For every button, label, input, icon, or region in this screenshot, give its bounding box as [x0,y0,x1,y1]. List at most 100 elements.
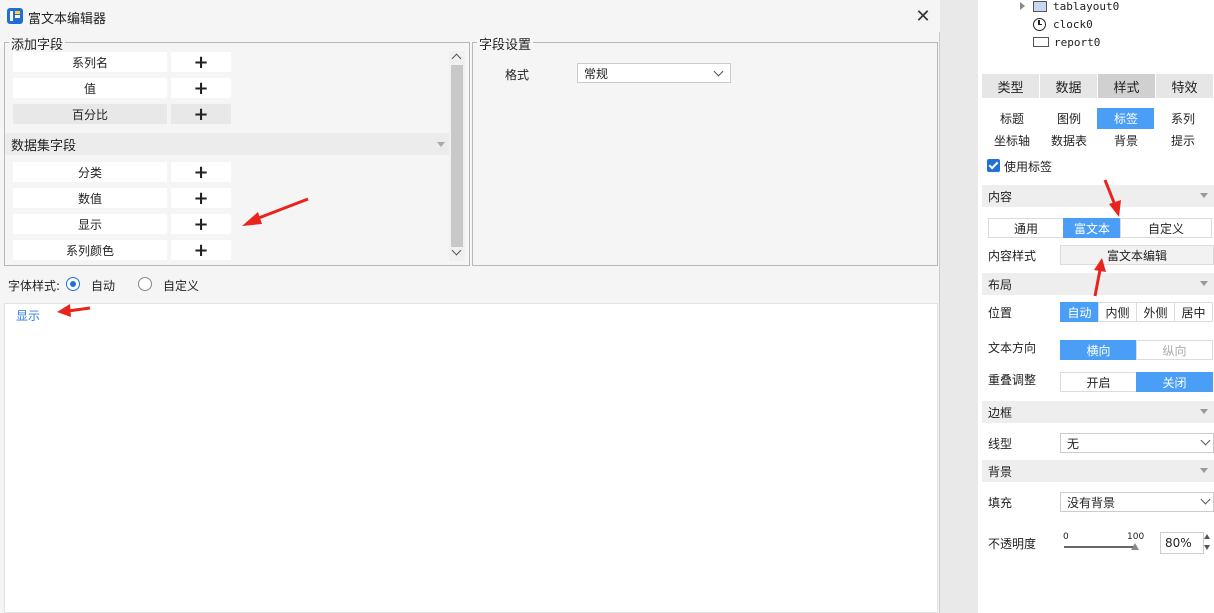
font-auto-radio[interactable] [66,277,80,291]
vertical-scrollbar[interactable] [449,51,465,261]
field-name: 显示 [13,214,167,234]
spin-up-icon[interactable] [1204,534,1210,539]
field-name: 值 [13,78,167,98]
position-center[interactable]: 居中 [1174,302,1213,322]
subtabs-row-1: 标题 图例 标签 系列 [983,108,1212,129]
section-layout[interactable]: 布局 [982,273,1214,295]
collapse-arrow-icon[interactable] [437,142,445,147]
slider-max-label: 100 [1127,532,1145,542]
add-field-button[interactable]: + [171,52,231,73]
app-logo-icon [7,8,23,24]
add-field-button[interactable]: + [171,104,231,125]
opacity-spinner[interactable]: 80% [1160,532,1204,554]
font-auto-label: 自动 [91,279,116,293]
scroll-up-icon[interactable] [451,53,462,64]
fill-select[interactable]: 没有背景 [1060,492,1214,512]
expand-arrow-icon[interactable] [1020,2,1025,10]
position-inside[interactable]: 内侧 [1098,302,1137,322]
section-title: 内容 [988,189,1013,204]
overlap-off[interactable]: 关闭 [1136,372,1213,392]
add-field-button[interactable]: + [171,240,231,261]
close-button[interactable]: ✕ [910,4,936,28]
font-style-label: 字体样式: [8,279,61,293]
subtab-tooltip[interactable]: 提示 [1154,130,1212,151]
text-direction-label: 文本方向 [988,341,1037,355]
subtab-label[interactable]: 标签 [1097,108,1155,129]
position-auto[interactable]: 自动 [1060,302,1099,322]
scrollbar-thumb[interactable] [451,65,463,247]
list-item: 系列颜色 + [13,240,231,261]
format-select[interactable]: 常规 [577,63,731,83]
tab-type[interactable]: 类型 [982,74,1040,98]
use-label-text: 使用标签 [1004,160,1053,174]
chevron-down-icon [1200,435,1211,446]
list-item: 值 + [13,78,231,99]
field-name: 数值 [13,188,167,208]
section-title: 数据集字段 [11,138,77,154]
mode-custom[interactable]: 自定义 [1120,218,1212,238]
property-tabs: 类型 数据 样式 特效 [982,74,1214,98]
section-content[interactable]: 内容 [982,185,1214,207]
tab-effects[interactable]: 特效 [1156,74,1214,98]
field-name: 系列颜色 [13,240,167,260]
tree-item-report[interactable]: report0 [1033,33,1100,51]
add-field-button[interactable]: + [171,188,231,209]
section-border[interactable]: 边框 [982,401,1214,423]
subtabs-row-2: 坐标轴 数据表 背景 提示 [983,130,1212,151]
position-label: 位置 [988,306,1013,320]
overlap-label: 重叠调整 [988,373,1037,387]
direction-horizontal[interactable]: 横向 [1060,340,1137,360]
text-direction-selector: 横向 纵向 [1060,340,1213,360]
tree-item-clock[interactable]: clock0 [1033,15,1093,33]
subtab-legend[interactable]: 图例 [1040,108,1098,129]
tab-layout-icon [1033,0,1047,12]
section-background[interactable]: 背景 [982,460,1214,482]
mode-rich-text[interactable]: 富文本 [1063,218,1121,238]
add-field-button[interactable]: + [171,162,231,183]
opacity-label: 不透明度 [988,537,1037,551]
font-custom-radio[interactable] [138,277,152,291]
subtab-title[interactable]: 标题 [983,108,1041,129]
overlap-selector: 开启 关闭 [1060,372,1213,392]
add-field-button[interactable]: + [171,78,231,99]
rich-text-editor-area[interactable]: 显示 [4,303,938,613]
opacity-slider[interactable] [1064,546,1134,548]
scroll-down-icon[interactable] [451,245,462,256]
line-type-select[interactable]: 无 [1060,433,1214,453]
slider-handle[interactable] [1131,543,1139,550]
report-icon [1033,37,1049,47]
dataset-fields-header[interactable]: 数据集字段 [5,133,451,155]
position-selector: 自动 内侧 外侧 居中 [1060,302,1213,322]
overlap-on[interactable]: 开启 [1060,372,1137,392]
collapse-arrow-icon[interactable] [1200,193,1208,198]
list-item: 分类 + [13,162,231,183]
subtab-series[interactable]: 系列 [1154,108,1212,129]
tab-style[interactable]: 样式 [1098,74,1156,98]
subtab-background[interactable]: 背景 [1097,130,1155,151]
subtab-axis[interactable]: 坐标轴 [983,130,1041,151]
use-label-checkbox[interactable] [987,159,1000,172]
rich-text-edit-button[interactable]: 富文本编辑 [1060,245,1214,265]
field-name: 系列名 [13,52,167,72]
font-custom-label: 自定义 [163,279,200,293]
list-item: 百分比 + [13,104,231,125]
section-title: 边框 [988,405,1013,420]
tab-data[interactable]: 数据 [1040,74,1098,98]
collapse-arrow-icon[interactable] [1200,281,1208,286]
direction-vertical[interactable]: 纵向 [1136,340,1213,360]
subtab-datatable[interactable]: 数据表 [1040,130,1098,151]
content-mode-selector: 通用 富文本 自定义 [988,218,1212,238]
mode-general[interactable]: 通用 [988,218,1064,238]
collapse-arrow-icon[interactable] [1200,409,1208,414]
dialog-titlebar[interactable]: 富文本编辑器 ✕ [0,0,940,32]
collapse-arrow-icon[interactable] [1200,468,1208,473]
position-outside[interactable]: 外侧 [1136,302,1175,322]
slider-min-label: 0 [1063,532,1069,542]
field-settings-group: 字段设置 格式 常规 [472,34,938,266]
add-field-button[interactable]: + [171,214,231,235]
tree-item-tablayout[interactable]: tablayout0 [1020,0,1119,15]
spin-down-icon[interactable] [1204,545,1210,550]
chevron-down-icon [1200,494,1211,505]
fill-value: 没有背景 [1067,495,1116,510]
tree-item-label: tablayout0 [1053,0,1120,13]
